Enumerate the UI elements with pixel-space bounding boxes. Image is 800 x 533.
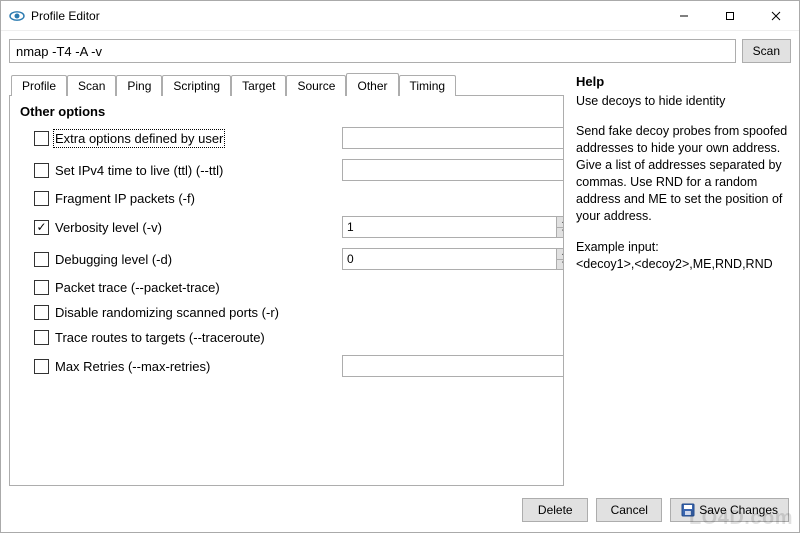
label-extra-options: Extra options defined by user bbox=[55, 131, 223, 146]
chk-traceroute[interactable] bbox=[34, 330, 49, 345]
help-subtitle: Use decoys to hide identity bbox=[576, 93, 791, 110]
spin-up-verbosity[interactable]: ▲ bbox=[557, 217, 564, 228]
opt-verbosity: Verbosity level (-v) bbox=[34, 220, 334, 235]
tab-other[interactable]: Other bbox=[346, 73, 398, 96]
save-disk-icon bbox=[681, 503, 695, 517]
chk-extra-options[interactable] bbox=[34, 131, 49, 146]
opt-max-retries: Max Retries (--max-retries) bbox=[34, 359, 334, 374]
chk-disable-random[interactable] bbox=[34, 305, 49, 320]
chk-verbosity[interactable] bbox=[34, 220, 49, 235]
label-fragment: Fragment IP packets (-f) bbox=[55, 191, 195, 206]
left-column: Profile Scan Ping Scripting Target Sourc… bbox=[9, 69, 564, 494]
chk-packet-trace[interactable] bbox=[34, 280, 49, 295]
opt-extra-options: Extra options defined by user bbox=[34, 131, 334, 146]
spin-down-debugging[interactable]: ▼ bbox=[557, 260, 564, 270]
help-example-text: <decoy1>,<decoy2>,ME,RND,RND bbox=[576, 257, 773, 271]
help-body: Send fake decoy probes from spoofed addr… bbox=[576, 123, 791, 224]
chk-max-retries[interactable] bbox=[34, 359, 49, 374]
chk-debugging[interactable] bbox=[34, 252, 49, 267]
help-title: Help bbox=[576, 73, 791, 91]
tab-source[interactable]: Source bbox=[286, 75, 346, 96]
tab-timing[interactable]: Timing bbox=[399, 75, 457, 96]
input-ipv4-ttl[interactable] bbox=[342, 159, 564, 181]
spinner-verbosity: ▲ ▼ bbox=[342, 216, 564, 238]
help-example: Example input: <decoy1>,<decoy2>,ME,RND,… bbox=[576, 239, 791, 273]
save-changes-button[interactable]: Save Changes bbox=[670, 498, 789, 522]
profile-editor-window: Profile Editor Scan Profile Scan Ping Sc… bbox=[0, 0, 800, 533]
body: Profile Scan Ping Scripting Target Sourc… bbox=[1, 69, 799, 494]
tab-profile[interactable]: Profile bbox=[11, 75, 67, 96]
delete-button[interactable]: Delete bbox=[522, 498, 588, 522]
titlebar: Profile Editor bbox=[1, 1, 799, 31]
spinner-debugging: ▲ ▼ bbox=[342, 248, 564, 270]
window-title: Profile Editor bbox=[31, 9, 100, 23]
label-ipv4-ttl: Set IPv4 time to live (ttl) (--ttl) bbox=[55, 163, 223, 178]
opt-disable-random: Disable randomizing scanned ports (-r) bbox=[34, 305, 334, 320]
opt-ipv4-ttl: Set IPv4 time to live (ttl) (--ttl) bbox=[34, 163, 334, 178]
label-packet-trace: Packet trace (--packet-trace) bbox=[55, 280, 220, 295]
input-verbosity[interactable] bbox=[342, 216, 556, 238]
command-row: Scan bbox=[1, 31, 799, 69]
tab-scripting[interactable]: Scripting bbox=[162, 75, 231, 96]
help-example-label: Example input: bbox=[576, 240, 659, 254]
label-debugging: Debugging level (-d) bbox=[55, 252, 172, 267]
close-button[interactable] bbox=[753, 1, 799, 31]
footer: Delete Cancel Save Changes bbox=[1, 494, 799, 532]
opt-packet-trace: Packet trace (--packet-trace) bbox=[34, 280, 334, 295]
save-changes-label: Save Changes bbox=[699, 503, 778, 517]
opt-traceroute: Trace routes to targets (--traceroute) bbox=[34, 330, 334, 345]
label-disable-random: Disable randomizing scanned ports (-r) bbox=[55, 305, 279, 320]
input-max-retries[interactable] bbox=[342, 355, 564, 377]
section-title: Other options bbox=[20, 104, 553, 119]
spin-up-debugging[interactable]: ▲ bbox=[557, 249, 564, 260]
tabstrip: Profile Scan Ping Scripting Target Sourc… bbox=[9, 69, 564, 95]
tab-ping[interactable]: Ping bbox=[116, 75, 162, 96]
scan-button[interactable]: Scan bbox=[742, 39, 791, 63]
opt-debugging: Debugging level (-d) bbox=[34, 252, 334, 267]
input-extra-options[interactable] bbox=[342, 127, 564, 149]
label-traceroute: Trace routes to targets (--traceroute) bbox=[55, 330, 265, 345]
tab-target[interactable]: Target bbox=[231, 75, 286, 96]
opt-fragment: Fragment IP packets (-f) bbox=[34, 191, 334, 206]
spin-down-verbosity[interactable]: ▼ bbox=[557, 228, 564, 238]
maximize-button[interactable] bbox=[707, 1, 753, 31]
tab-panel-other: Other options Extra options defined by u… bbox=[9, 95, 564, 486]
app-eye-icon bbox=[9, 8, 25, 24]
options-grid: Extra options defined by user Set IPv4 t… bbox=[20, 127, 553, 377]
command-input[interactable] bbox=[9, 39, 736, 63]
help-panel: Help Use decoys to hide identity Send fa… bbox=[576, 69, 791, 494]
chk-fragment[interactable] bbox=[34, 191, 49, 206]
minimize-button[interactable] bbox=[661, 1, 707, 31]
chk-ipv4-ttl[interactable] bbox=[34, 163, 49, 178]
cancel-button[interactable]: Cancel bbox=[596, 498, 662, 522]
label-verbosity: Verbosity level (-v) bbox=[55, 220, 162, 235]
tab-scan[interactable]: Scan bbox=[67, 75, 116, 96]
input-debugging[interactable] bbox=[342, 248, 556, 270]
label-max-retries: Max Retries (--max-retries) bbox=[55, 359, 210, 374]
